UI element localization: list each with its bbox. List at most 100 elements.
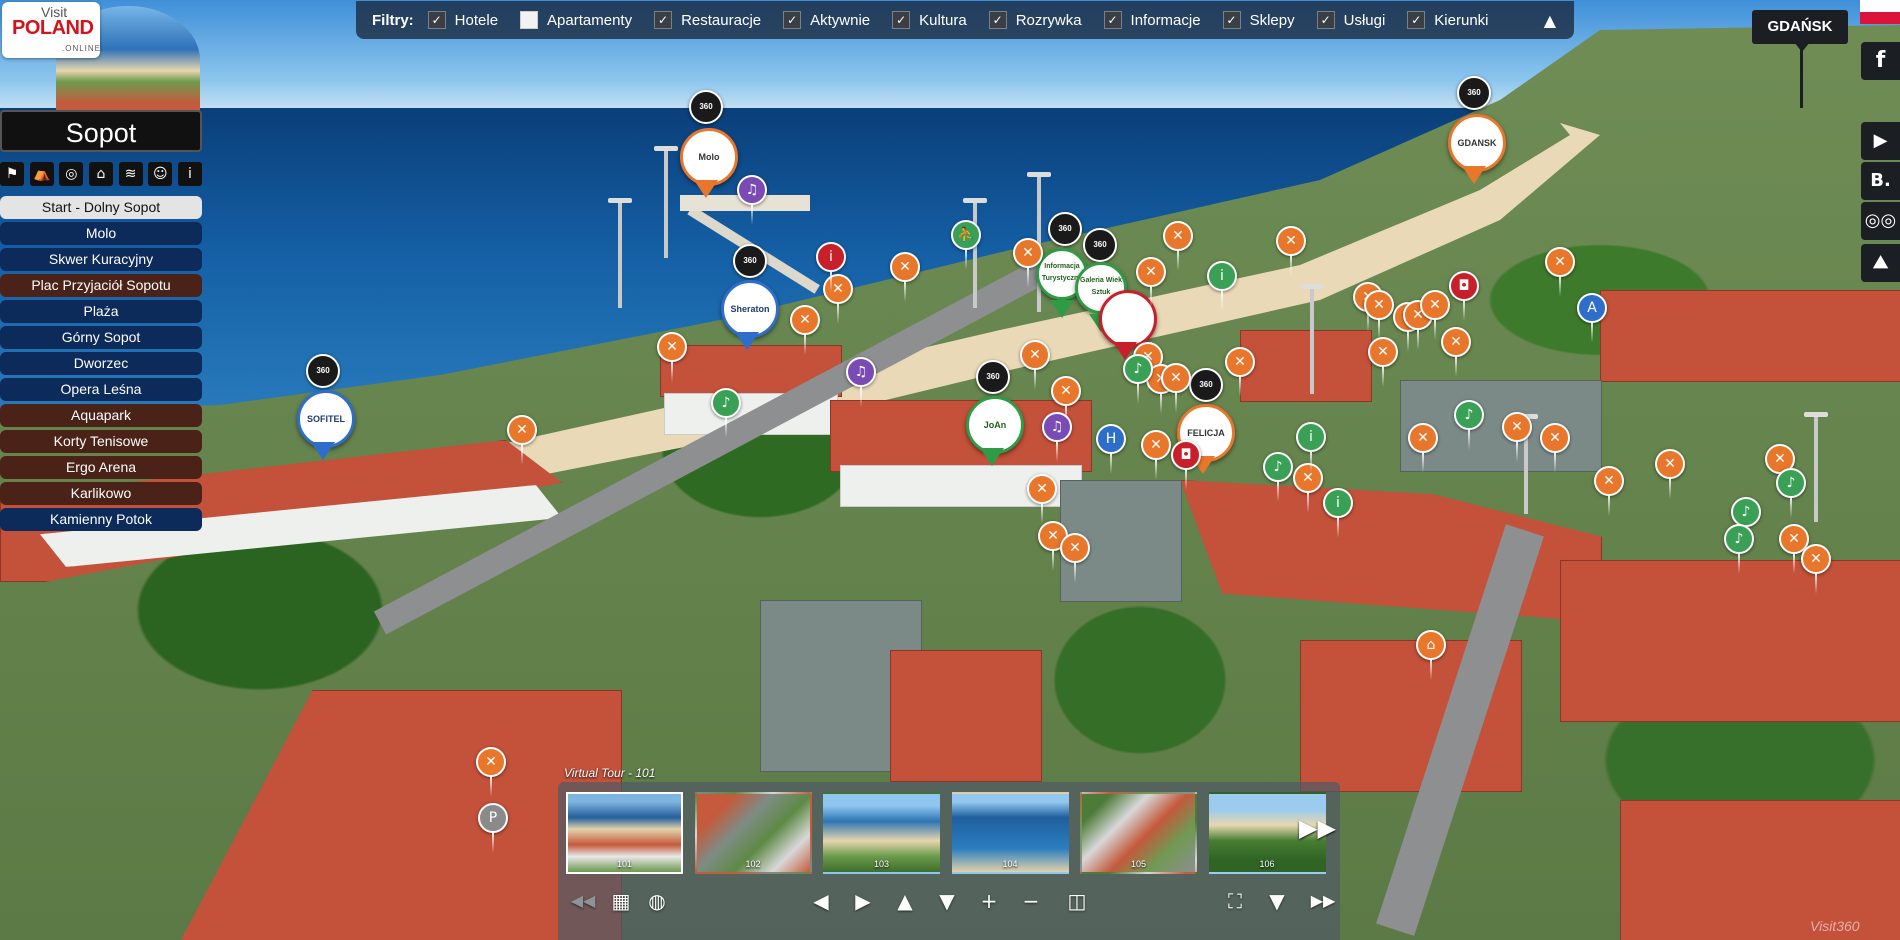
menu-item[interactable]: Ergo Arena	[0, 456, 202, 479]
zoom-in-button[interactable]: +	[976, 888, 1002, 914]
restaurant-icon[interactable]: ✕	[1420, 290, 1450, 340]
menu-item[interactable]: Start - Dolny Sopot	[0, 196, 202, 219]
visit-poland-logo[interactable]: Visit POLAND .ONLINE	[2, 2, 100, 58]
panorama-360-icon[interactable]: 360	[976, 360, 1010, 394]
restaurant-icon[interactable]: ✕	[1276, 226, 1306, 276]
menu-item[interactable]: Opera Leśna	[0, 378, 202, 401]
filter-restauracje[interactable]: ✓ Restauracje	[654, 11, 761, 29]
restaurant-icon[interactable]: ✕	[1502, 412, 1532, 462]
bed-icon[interactable]: ⛺	[29, 162, 54, 186]
menu-item[interactable]: Plaża	[0, 300, 202, 323]
restaurant-icon[interactable]: ✕	[1408, 423, 1438, 473]
menu-item[interactable]: Górny Sopot	[0, 326, 202, 349]
filter-kultura[interactable]: ✓ Kultura	[892, 11, 967, 29]
restaurant-icon[interactable]: ✕	[1225, 347, 1255, 397]
filter-checkbox[interactable]: ✓	[1103, 11, 1122, 29]
filter-informacje[interactable]: ✓ Informacje	[1103, 11, 1201, 29]
culture-icon[interactable]: ♫	[846, 357, 876, 407]
restaurant-icon[interactable]: ✕	[1801, 544, 1831, 594]
info-icon[interactable]: i	[177, 162, 202, 186]
museum-icon[interactable]: ⌂	[88, 162, 113, 186]
restaurant-icon[interactable]: ◎	[59, 162, 84, 186]
panorama-360-icon[interactable]: 360	[733, 244, 767, 278]
menu-item[interactable]: Molo	[0, 222, 202, 245]
filter-checkbox[interactable]: ✓	[892, 11, 911, 29]
restaurant-icon[interactable]: ✕	[890, 252, 920, 302]
pan-down-button[interactable]: ▼	[934, 888, 960, 914]
booking-icon[interactable]: B.	[1861, 162, 1900, 200]
music-icon[interactable]: ♪	[1123, 354, 1153, 404]
molo-pin[interactable]: Molo	[680, 128, 738, 186]
filter-checkbox[interactable]: ✓	[1222, 11, 1241, 29]
prev-tour-button[interactable]: ◀◀	[566, 888, 600, 914]
tripadvisor-icon[interactable]: ◎◎	[1861, 202, 1900, 240]
filter-sklepy[interactable]: ✓ Sklepy	[1222, 11, 1295, 29]
joan-restaurant-pin[interactable]: JoAn	[966, 396, 1024, 454]
restaurant-icon[interactable]: ✕	[657, 332, 687, 382]
shop-icon[interactable]: ◘	[1171, 440, 1201, 490]
restaurant-icon[interactable]: ✕	[790, 305, 820, 355]
filter-checkbox[interactable]: ✓	[654, 11, 673, 29]
filter-kierunki[interactable]: ✓ Kierunki	[1407, 11, 1489, 29]
menu-item[interactable]: Korty Tenisowe	[0, 430, 202, 453]
panorama-360-icon[interactable]: 360	[1083, 228, 1117, 262]
filter-checkbox[interactable]: ✓	[1407, 11, 1426, 29]
next-thumbnails-icon[interactable]: ▶▶	[1299, 814, 1336, 842]
filter-usługi[interactable]: ✓ Usługi	[1316, 11, 1385, 29]
pan-left-button[interactable]: ◀	[808, 888, 834, 914]
panorama-360-icon[interactable]: 360	[306, 354, 340, 388]
shop-icon[interactable]: i	[816, 242, 846, 292]
sofitel-hotel-pin[interactable]: SOFITEL	[297, 390, 355, 448]
thumbnails-grid-button[interactable]: ▦	[608, 888, 634, 914]
filter-checkbox[interactable]: ✓	[988, 11, 1007, 29]
info-icon[interactable]: i	[1207, 261, 1237, 311]
restaurant-icon[interactable]: ✕	[1540, 423, 1570, 473]
signpost-icon[interactable]: ⚑	[0, 162, 24, 186]
gdansk-direction-button[interactable]: GDAŃSK	[1752, 10, 1848, 44]
music-icon[interactable]: ♪	[1731, 497, 1761, 547]
restaurant-icon[interactable]: ✕	[507, 415, 537, 465]
hotel-icon[interactable]: H	[1096, 424, 1126, 474]
info-icon[interactable]: i	[1296, 422, 1326, 472]
restaurant-icon[interactable]: ✕	[1655, 449, 1685, 499]
tour-thumbnail[interactable]: 102	[694, 792, 812, 874]
restaurant-icon[interactable]: ✕	[476, 747, 506, 797]
filter-checkbox[interactable]: ✓	[783, 11, 802, 29]
tour-thumbnail[interactable]: 105	[1080, 792, 1197, 874]
globe-button[interactable]: ◍	[644, 888, 670, 914]
restaurant-icon[interactable]: ✕	[1020, 340, 1050, 390]
restaurant-icon[interactable]: ✕	[823, 274, 853, 324]
shop-icon[interactable]: ◘	[1449, 271, 1479, 321]
map-icon[interactable]: ⛰	[1861, 244, 1900, 282]
filter-apartamenty[interactable]: ✓ Apartamenty	[520, 11, 632, 29]
restaurant-icon[interactable]: ✕	[1163, 221, 1193, 271]
parking-icon[interactable]: P	[478, 803, 508, 853]
music-icon[interactable]: ♪	[1263, 452, 1293, 502]
gallery-red-pin[interactable]	[1099, 290, 1157, 348]
filter-checkbox[interactable]: ✓	[520, 11, 539, 29]
restaurant-icon[interactable]: ✕	[1027, 474, 1057, 524]
direction-icon[interactable]: A	[1577, 293, 1607, 343]
hide-panel-button[interactable]: ▼	[1264, 888, 1290, 914]
tour-thumbnail[interactable]: 101	[566, 792, 683, 874]
filter-checkbox[interactable]: ✓	[1316, 11, 1335, 29]
filter-rozrywka[interactable]: ✓ Rozrywka	[988, 11, 1082, 29]
restaurant-icon[interactable]: ✕	[1013, 238, 1043, 288]
menu-item[interactable]: Karlikowo	[0, 482, 202, 505]
restaurant-icon[interactable]: ✕	[1161, 363, 1191, 413]
restaurant-icon[interactable]: ✕	[1060, 533, 1090, 583]
restaurant-icon[interactable]: ✕	[1545, 247, 1575, 297]
panorama-360-icon[interactable]: 360	[689, 90, 723, 124]
restaurant-icon[interactable]: ✕	[1441, 327, 1471, 377]
facebook-icon[interactable]: f	[1861, 42, 1900, 80]
restaurant-icon[interactable]: ✕	[1051, 376, 1081, 426]
filter-aktywnie[interactable]: ✓ Aktywnie	[783, 11, 870, 29]
menu-item[interactable]: Kamienny Potok	[0, 508, 202, 531]
panorama-360-icon[interactable]: 360	[1457, 76, 1491, 110]
tour-thumbnail[interactable]: 103	[823, 792, 940, 874]
panorama-360-icon[interactable]: 360	[1189, 368, 1223, 402]
culture-icon[interactable]: ♫	[737, 175, 767, 225]
restaurant-icon[interactable]: ✕	[1368, 337, 1398, 387]
theatre-masks-icon[interactable]: ☺	[148, 162, 173, 186]
youtube-icon[interactable]: ▶	[1861, 122, 1900, 160]
